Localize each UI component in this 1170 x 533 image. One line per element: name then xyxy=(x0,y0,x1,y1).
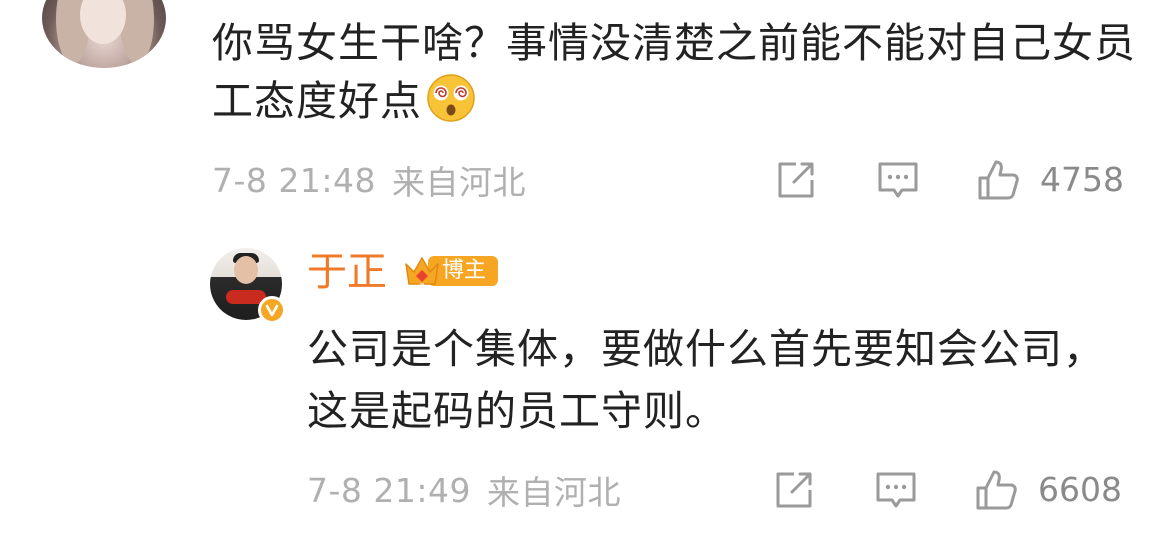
commenter-avatar[interactable] xyxy=(42,0,166,68)
comment-text: 你骂女生干啥？事情没清楚之前能不能对自己女员工态度好点 xyxy=(212,19,1136,125)
verified-v-icon xyxy=(265,304,279,317)
reply-location: 来自河北 xyxy=(487,473,621,512)
share-icon[interactable] xyxy=(774,158,818,202)
thumbs-up-icon[interactable] xyxy=(976,158,1020,202)
crown-icon: 7 xyxy=(405,257,439,292)
reply-time: 7-8 21:49 xyxy=(307,470,471,510)
blogger-badge: 7 博主 xyxy=(402,252,498,292)
reply-like-count: 6608 xyxy=(1038,470,1122,509)
verified-badge xyxy=(258,296,286,324)
comment-like-count: 4758 xyxy=(1040,160,1124,199)
thumbs-up-icon[interactable] xyxy=(974,468,1018,512)
reply-meta: 7-8 21:49 来自河北 xyxy=(307,468,621,513)
svg-text:7: 7 xyxy=(419,283,425,292)
comment-icon[interactable] xyxy=(874,468,918,512)
comment-meta: 7-8 21:48 来自河北 xyxy=(212,158,526,203)
reply-author-name[interactable]: 于正 xyxy=(307,246,387,298)
share-icon[interactable] xyxy=(772,468,816,512)
badge-label: 博主 xyxy=(442,258,487,283)
avatar-head xyxy=(234,256,258,284)
comment-text-block: 你骂女生干啥？事情没清楚之前能不能对自己女员工态度好点 xyxy=(212,14,1142,130)
comment-icon[interactable] xyxy=(876,158,920,202)
dizzy-face-emoji-icon xyxy=(427,74,475,122)
comment-location: 来自河北 xyxy=(392,163,526,202)
reply-text: 公司是个集体，要做什么首先要知会公司，这是起码的员工守则。 xyxy=(307,325,1105,435)
comment-time: 7-8 21:48 xyxy=(212,160,376,200)
